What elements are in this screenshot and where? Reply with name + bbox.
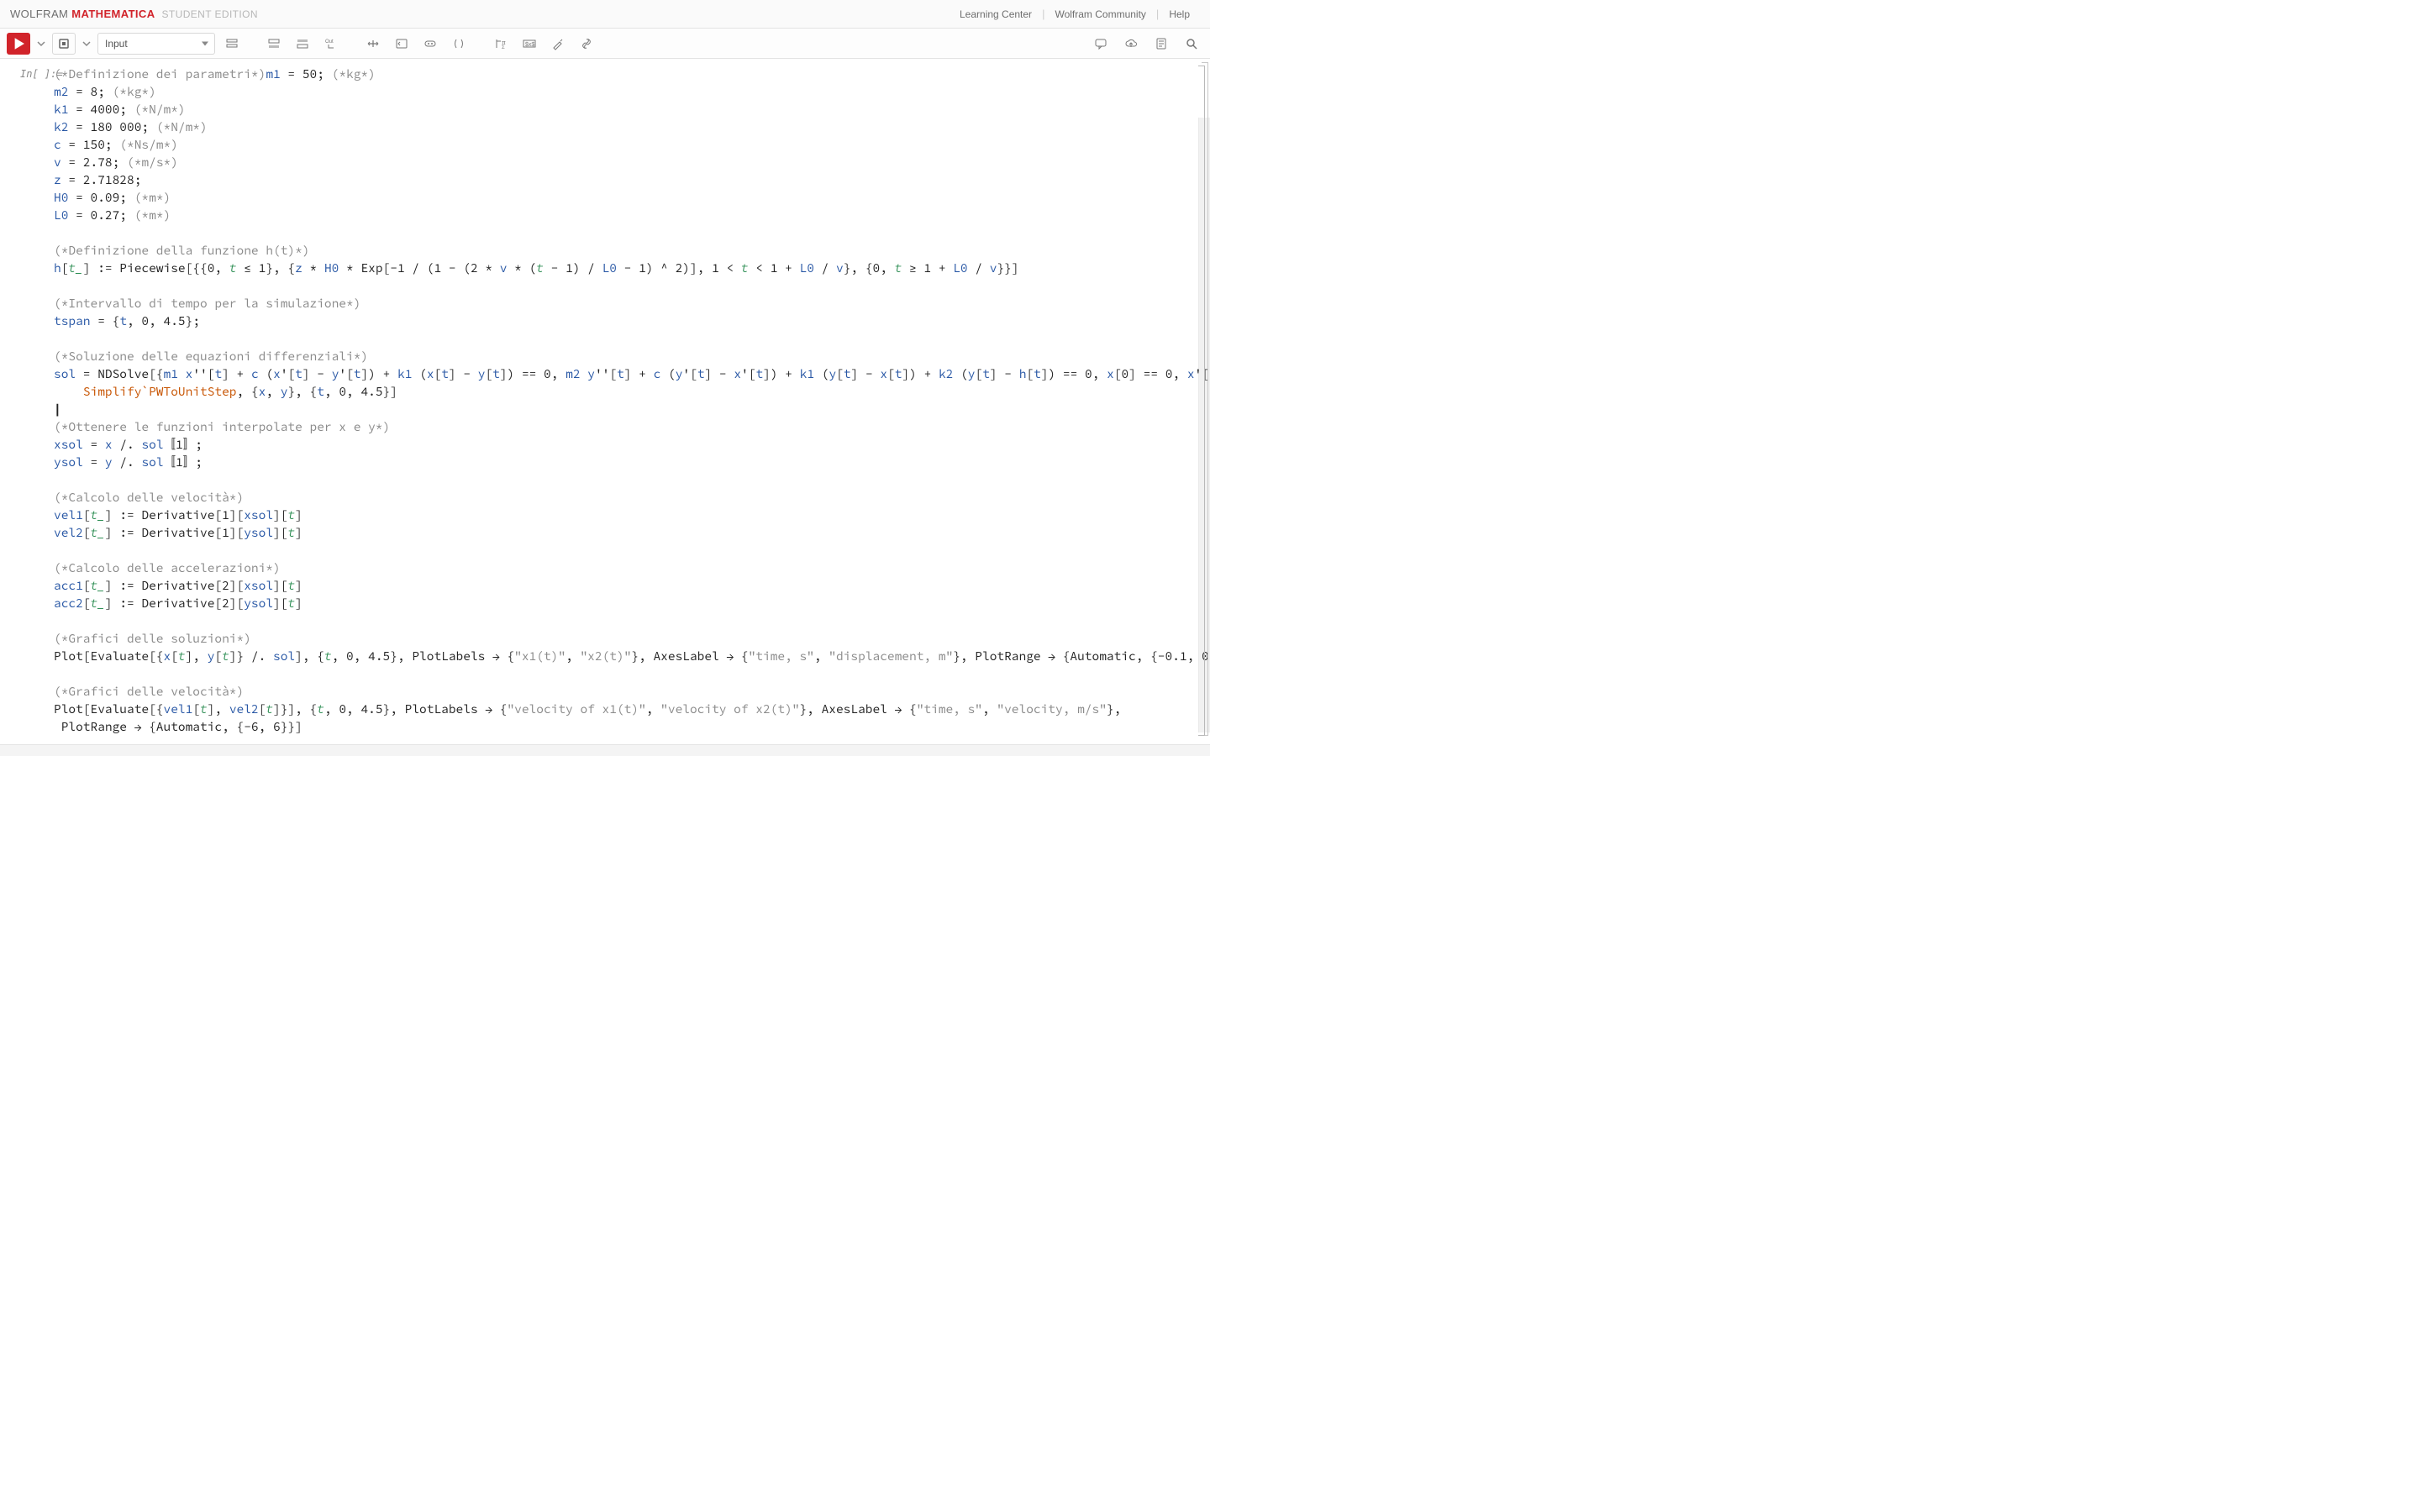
comment: (*Grafici delle velocità*) xyxy=(54,684,244,699)
abort-menu-chevron[interactable] xyxy=(81,39,92,48)
math-typesetting-button[interactable]: πΣ xyxy=(489,33,513,55)
string: "velocity of x2(t)" xyxy=(660,701,799,717)
svg-text:Out: Out xyxy=(325,39,334,45)
nav-separator: | xyxy=(1156,8,1159,20)
comment: (*Definizione della funzione h(t)*) xyxy=(54,243,310,258)
string: "displacement, m" xyxy=(829,648,953,664)
comment: (*Intervallo di tempo per la simulazione… xyxy=(54,296,360,311)
tex-button[interactable]: $x$ xyxy=(518,33,541,55)
input-cell[interactable]: In[ ]:= (*Definizione dei parametri*)m1 … xyxy=(0,59,1210,736)
nav-help[interactable]: Help xyxy=(1169,8,1190,20)
string: "velocity of x1(t)" xyxy=(507,701,645,717)
comment: (*Definizione dei parametri*) xyxy=(54,66,266,81)
comment: (*Soluzione delle equazioni differenzial… xyxy=(54,349,368,364)
chat-icon[interactable] xyxy=(1089,33,1113,55)
drawing-tools-button[interactable] xyxy=(546,33,570,55)
comment: (*N/m*) xyxy=(156,119,208,134)
documentation-icon[interactable] xyxy=(1150,33,1173,55)
search-icon[interactable] xyxy=(1180,33,1203,55)
string: "x2(t)" xyxy=(580,648,631,664)
cell-bracket[interactable] xyxy=(1198,66,1205,736)
comment: (*kg*) xyxy=(332,66,376,81)
svg-text:Σ: Σ xyxy=(502,45,505,50)
brand-edition: STUDENT EDITION xyxy=(162,8,258,20)
match-brackets-button[interactable] xyxy=(447,33,471,55)
comment: (*Ottenere le funzioni interpolate per x… xyxy=(54,419,390,434)
string: "velocity, m/s" xyxy=(997,701,1107,717)
comment: (*Calcolo delle velocità*) xyxy=(54,490,244,505)
comment: (*m*) xyxy=(134,190,171,205)
nav-separator: | xyxy=(1042,8,1044,20)
evaluate-menu-chevron[interactable] xyxy=(35,39,47,48)
brand: WOLFRAM MATHEMATICA xyxy=(10,8,155,20)
nav-wolfram-community[interactable]: Wolfram Community xyxy=(1055,8,1145,20)
brand-bar: WOLFRAM MATHEMATICA STUDENT EDITION Lear… xyxy=(0,0,1210,29)
notebook-area[interactable]: In[ ]:= (*Definizione dei parametri*)m1 … xyxy=(0,59,1210,744)
string: "time, s" xyxy=(917,701,982,717)
code-text: m1 = 50; xyxy=(266,66,331,81)
text-cell-button[interactable] xyxy=(361,33,385,55)
comment: (*m/s*) xyxy=(127,155,178,170)
nav-learning-center[interactable]: Learning Center xyxy=(960,8,1032,20)
code-content[interactable]: (*Definizione dei parametri*)m1 = 50; (*… xyxy=(54,66,1195,736)
toolbar: Input Out πΣ $x$ xyxy=(0,29,1210,59)
code-cell-button[interactable] xyxy=(390,33,413,55)
hyperlink-button[interactable] xyxy=(575,33,598,55)
comment: (*kg*) xyxy=(113,84,156,99)
string: "time, s" xyxy=(749,648,814,664)
insert-below-button[interactable] xyxy=(291,33,314,55)
comment: (*Grafici delle soluzioni*) xyxy=(54,631,251,646)
brand-wolfram: WOLFRAM xyxy=(10,8,68,20)
status-bar xyxy=(0,744,1210,756)
group-cells-button[interactable] xyxy=(220,33,244,55)
in-label: In[ ]:= xyxy=(20,66,63,83)
comment: (*Ns/m*) xyxy=(119,137,178,152)
insert-above-button[interactable] xyxy=(262,33,286,55)
cell-style-selector[interactable]: Input xyxy=(97,33,215,55)
cloud-icon[interactable] xyxy=(1119,33,1143,55)
comment: (*Calcolo delle accelerazioni*) xyxy=(54,560,281,575)
comment: (*m*) xyxy=(134,207,171,223)
abort-button[interactable] xyxy=(52,33,76,55)
comment-button[interactable] xyxy=(418,33,442,55)
string: "x1(t)" xyxy=(514,648,566,664)
brand-mathematica: MATHEMATICA xyxy=(71,8,155,20)
evaluate-button[interactable] xyxy=(7,33,30,55)
svg-text:$x$: $x$ xyxy=(525,42,534,48)
comment: (*N/m*) xyxy=(134,102,186,117)
cell-style-value: Input xyxy=(105,38,128,50)
convert-output-button[interactable]: Out xyxy=(319,33,343,55)
